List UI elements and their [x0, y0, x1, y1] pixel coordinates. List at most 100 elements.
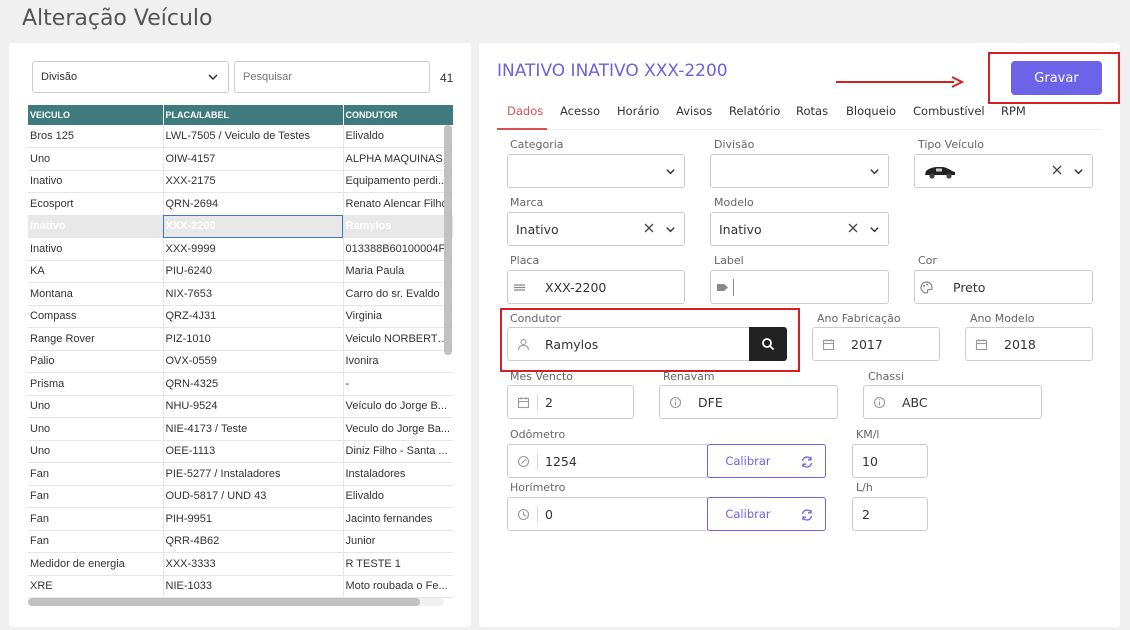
tab-combustivel[interactable]: Combustível: [913, 104, 985, 118]
cell-condutor: Virginia: [343, 305, 453, 328]
renavam-field[interactable]: DFE: [659, 385, 838, 419]
marca-value: Inativo: [516, 222, 559, 237]
cor-value: Preto: [953, 280, 986, 295]
tab-rpm[interactable]: RPM: [1001, 104, 1026, 118]
label-field[interactable]: [710, 270, 889, 304]
horimetro-field[interactable]: 0: [507, 497, 708, 531]
ano-modelo-field[interactable]: 2018: [965, 327, 1093, 361]
tab-avisos[interactable]: Avisos: [676, 104, 712, 118]
car-icon: [925, 167, 955, 179]
table-row[interactable]: Inativo XXX-9999 013388B60100004F: [28, 237, 453, 261]
table-row[interactable]: Medidor de energia XXX-3333 R TESTE 1: [28, 552, 453, 576]
vehicle-count: 41: [440, 71, 454, 85]
horimetro-refresh-button[interactable]: [788, 497, 826, 531]
cor-field[interactable]: Preto: [914, 270, 1093, 304]
modelo-value: Inativo: [719, 222, 762, 237]
condutor-field[interactable]: Ramylos: [507, 327, 751, 361]
l-h-field[interactable]: 2: [852, 497, 928, 531]
km-l-field[interactable]: 10: [852, 444, 928, 478]
tag-icon: [717, 284, 728, 291]
tab-rotas[interactable]: Rotas: [796, 104, 828, 118]
table-row[interactable]: Fan PIE-5277 / Instaladores Instaladores: [28, 462, 453, 486]
table-row[interactable]: Inativo XXX-2200 Ramylos: [28, 215, 453, 238]
cell-placa: QRN-2694: [163, 192, 344, 216]
odometro-refresh-button[interactable]: [788, 444, 826, 478]
condutor-value: Ramylos: [545, 337, 599, 352]
table-row[interactable]: Range Rover PIZ-1010 Veiculo NORBERTO...: [28, 327, 453, 351]
table-row[interactable]: Inativo XXX-2175 Equipamento perdi...: [28, 170, 453, 193]
gauge-icon: [517, 455, 530, 468]
calendar-icon: [517, 397, 530, 409]
chevron-down-icon: [1074, 169, 1083, 175]
cell-veiculo: Compass: [28, 305, 164, 328]
label-label: Label: [714, 254, 744, 267]
cell-placa: PIZ-1010: [163, 327, 344, 351]
tab-bloqueio[interactable]: Bloqueio: [846, 104, 896, 118]
horimetro-label: Horímetro: [510, 481, 566, 494]
table-row[interactable]: Uno OIW-4157 ALPHA MAQUINAS: [28, 147, 453, 171]
table-row[interactable]: Bros 125 LWL-7505 / Veiculo de Testes Eliv…: [28, 125, 453, 148]
column-header-condutor[interactable]: CONDUTOR: [343, 105, 453, 125]
horizontal-scrollbar[interactable]: [28, 598, 420, 606]
odometro-calibrate-button[interactable]: Calibrar: [707, 444, 789, 478]
odometro-field[interactable]: 1254: [507, 444, 708, 478]
cell-veiculo: Fan: [28, 485, 164, 508]
modelo-select[interactable]: Inativo: [710, 212, 889, 246]
clear-icon[interactable]: [643, 222, 655, 234]
mes-vencto-field[interactable]: 2: [507, 385, 634, 419]
horimetro-calibrate-button[interactable]: Calibrar: [707, 497, 789, 531]
table-row[interactable]: Palio OVX-0559 Ivonira: [28, 350, 453, 373]
table-row[interactable]: KA PIU-6240 Maria Paula: [28, 260, 453, 283]
clear-icon[interactable]: [1051, 164, 1063, 176]
cell-placa: NIE-4173 / Teste: [163, 417, 344, 441]
categoria-select[interactable]: [507, 154, 685, 188]
table-row[interactable]: Uno OEE-1113 Diniz Filho - Santa ...: [28, 440, 453, 463]
cell-placa: PIE-5277 / Instaladores: [163, 462, 344, 486]
cell-condutor: Instaladores: [343, 462, 453, 486]
cell-condutor: Elivaldo: [343, 125, 453, 148]
cell-veiculo: Fan: [28, 530, 164, 553]
placa-field[interactable]: XXX-2200: [507, 270, 685, 304]
tab-relatorio[interactable]: Relatório: [729, 104, 780, 118]
tab-horario[interactable]: Horário: [617, 104, 659, 118]
plate-icon: [514, 284, 525, 291]
column-header-veiculo[interactable]: VEICULO: [28, 105, 164, 125]
chassi-field[interactable]: ABC: [863, 385, 1042, 419]
km-l-value: 10: [862, 454, 878, 469]
table-row[interactable]: Uno NHU-9524 Veículo do Jorge B...: [28, 395, 453, 418]
palette-icon: [920, 281, 933, 294]
column-header-placa[interactable]: PLACA/LABEL: [163, 105, 344, 125]
clock-icon: [517, 508, 530, 521]
cell-veiculo: Medidor de energia: [28, 552, 164, 576]
table-row[interactable]: XRE NIE-1033 Moto roubada o Fe...: [28, 575, 453, 598]
cell-placa: NIE-1033: [163, 575, 344, 598]
marca-select[interactable]: Inativo: [507, 212, 685, 246]
ano-fabricacao-field[interactable]: 2017: [812, 327, 940, 361]
table-row[interactable]: Prisma QRN-4325-: [28, 372, 453, 396]
table-row[interactable]: Uno NIE-4173 / Teste Veculo do Jorge Ba...: [28, 417, 453, 441]
table-row[interactable]: Compass QRZ-4J31 Virginia: [28, 305, 453, 328]
tipo-veiculo-label: Tipo Veículo: [918, 138, 984, 151]
cell-placa: XXX-9999: [163, 237, 344, 261]
clear-icon[interactable]: [847, 222, 859, 234]
division-select[interactable]: Divisão: [32, 61, 229, 93]
cell-veiculo: Uno: [28, 417, 164, 441]
cell-condutor: Junior: [343, 530, 453, 553]
table-row[interactable]: Fan QRR-4B62 Junior: [28, 530, 453, 553]
table-row[interactable]: Fan OUD-5817 / UND 43 Elivaldo: [28, 485, 453, 508]
divisao-select[interactable]: [710, 154, 889, 188]
save-button[interactable]: Gravar: [1011, 61, 1102, 95]
table-row[interactable]: Fan PIH-9951 Jacinto fernandes: [28, 507, 453, 531]
vertical-scrollbar[interactable]: [444, 125, 452, 355]
cell-condutor: Ramylos: [343, 215, 453, 238]
table-row[interactable]: Montana NIX-7653 Carro do sr. Evaldo: [28, 282, 453, 306]
condutor-search-button[interactable]: [749, 327, 787, 361]
cell-placa: OEE-1113: [163, 440, 344, 463]
cell-placa: PIH-9951: [163, 507, 344, 531]
tab-dados[interactable]: Dados: [507, 104, 543, 118]
tab-acesso[interactable]: Acesso: [560, 104, 600, 118]
search-input[interactable]: [234, 61, 430, 93]
tipo-veiculo-select[interactable]: [914, 154, 1093, 188]
table-row[interactable]: Ecosport QRN-2694 Renato Alencar Filho: [28, 192, 453, 216]
cell-placa: OIW-4157: [163, 147, 344, 171]
